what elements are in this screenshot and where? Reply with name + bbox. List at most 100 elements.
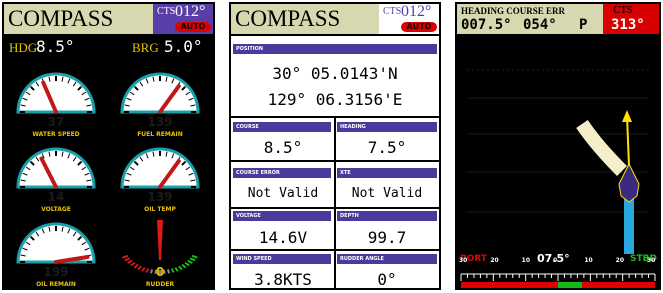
gauge-oil-temp: 139 OIL TEMP: [120, 147, 200, 213]
heading-value: 007.5°: [461, 17, 512, 33]
scale-tick-label: 30: [459, 257, 468, 264]
stbd-bar: [558, 282, 582, 288]
gauge-grid: 37 WATER SPEED 139 FUEL REMAIN 14 VOLTAGE 139 O…: [16, 72, 200, 288]
rudder-tick: [133, 263, 139, 269]
gauge-rudder: 0 RUDDER: [122, 220, 198, 288]
heading-arrowhead-icon: [622, 110, 632, 122]
cts-label: CTS: [157, 6, 176, 17]
rudder-tick: [170, 268, 175, 273]
course-header: COURSE: [233, 122, 331, 132]
gauge-fuel-remain: 139 FUEL REMAIN: [120, 72, 200, 138]
heading-value: 7.5°: [367, 138, 407, 157]
course-error-header: COURSE ERROR: [233, 168, 331, 178]
cts-label: CTS: [383, 6, 402, 17]
scale-tick-label: 10: [521, 257, 531, 264]
course-graphic: [467, 69, 649, 254]
rudder-tick: [187, 259, 193, 264]
rudder-tick: [141, 266, 146, 272]
cts-box: CTS 313°: [603, 4, 659, 34]
panel-header: COMPASS CTS 012° AUTO: [4, 4, 213, 36]
gauge-oil-remain: 199 OIL REMAIN: [16, 222, 96, 288]
gauge-label: VOLTAGE: [41, 206, 71, 213]
cts-value: 012°: [401, 3, 432, 20]
depth-header: DEPTH: [337, 211, 437, 221]
rudder-needle: [157, 220, 163, 260]
cts-label: CTS: [613, 5, 633, 16]
panel-header: HEADING COURSE ERR 007.5° 054° P CTS 313…: [457, 4, 659, 34]
gauge-label: WATER SPEED: [32, 131, 79, 138]
cts-value: 012°: [175, 3, 206, 20]
xte-value: Not Valid: [351, 186, 423, 201]
rudder-tick: [130, 261, 136, 267]
hdg-label: HDG: [9, 40, 38, 55]
cts-box: CTS 012° AUTO: [153, 4, 213, 34]
position-header: POSITION: [233, 44, 437, 54]
scale-tick-label: 30: [647, 257, 656, 264]
course-path-icon: [576, 120, 627, 176]
rudder-tick: [189, 257, 196, 262]
rudder-tick: [145, 268, 150, 273]
gauge-value: 199: [43, 265, 68, 279]
rudder-tick: [149, 269, 154, 274]
rudder-tick: [124, 257, 131, 262]
position-lat: 30° 05.0143'N: [272, 64, 398, 83]
brg-label: BRG: [132, 40, 159, 55]
gauge-label: OIL TEMP: [144, 206, 176, 213]
auto-badge[interactable]: AUTO: [401, 22, 437, 32]
column-divider: [334, 117, 336, 288]
xte-header: XTE: [337, 168, 437, 178]
course-value: 054°: [523, 17, 557, 33]
heading-arrow-icon: [626, 115, 630, 167]
rudder-tick: [181, 263, 187, 269]
heading-course-panel: HEADING COURSE ERR 007.5° 054° P CTS 313…: [455, 2, 661, 290]
wind-value: 3.8KTS: [254, 270, 312, 289]
gauge-label: OIL REMAIN: [36, 281, 76, 288]
rudder-value: 0°: [377, 270, 397, 289]
gauge-value: 139: [147, 190, 172, 204]
panel-header: COMPASS CTS 012° AUTO: [231, 4, 439, 36]
gauge-water-speed: 37 WATER SPEED: [16, 72, 96, 138]
scale-tick-label: 20: [615, 257, 625, 264]
gauge-voltage: 14 VOLTAGE: [16, 147, 96, 213]
cts-value: 313°: [611, 17, 645, 33]
gauge-value: 139: [147, 115, 172, 129]
position-lon: 129° 06.3156'E: [267, 90, 403, 109]
voltage-header: VOLTAGE: [233, 211, 331, 221]
course-error-value: Not Valid: [247, 186, 319, 201]
gauge-value: 14: [48, 190, 65, 204]
scale-tick-label: 10: [584, 257, 593, 264]
port-bar: [461, 282, 558, 288]
rudder-scale: [457, 270, 659, 288]
stbd-limit-bar: [582, 282, 655, 288]
gauge-label: RUDDER: [146, 281, 175, 288]
rudder-tick: [127, 259, 133, 264]
rudder-tick: [137, 265, 142, 271]
gauge-value: 0: [156, 265, 164, 279]
course-value: 8.5°: [263, 138, 303, 157]
compass-gauges-panel: COMPASS CTS 012° AUTO HDG 8.5° BRG 5.0° …: [2, 2, 215, 290]
scale-tick-label: 20: [490, 257, 499, 264]
hdg-value: 8.5°: [36, 37, 75, 56]
voltage-value: 14.6V: [258, 228, 308, 247]
header-label: HEADING COURSE ERR: [461, 6, 566, 16]
heading-header: HEADING: [337, 122, 437, 132]
rudder-tick: [174, 266, 179, 272]
auto-badge[interactable]: AUTO: [175, 22, 211, 32]
rudder-tick: [122, 254, 129, 259]
compass-data-panel: COMPASS CTS 012° AUTO POSITION 30° 05.01…: [229, 2, 441, 290]
wind-header: WIND SPEED: [233, 254, 331, 264]
cts-box: CTS 012° AUTO: [379, 4, 439, 34]
page-title: COMPASS: [8, 6, 114, 31]
gauge-value: 37: [48, 115, 65, 129]
rudder-tick: [166, 269, 171, 274]
brg-value: 5.0°: [164, 37, 203, 56]
rudder-tick: [184, 261, 190, 267]
rudder-tick: [191, 254, 198, 259]
scale-tick-label: 0: [553, 257, 558, 264]
page-title: COMPASS: [235, 6, 341, 31]
gauge-label: FUEL REMAIN: [137, 131, 183, 138]
depth-value: 99.7: [367, 228, 407, 247]
course-err-value: P: [579, 17, 588, 33]
course-bar: [624, 198, 634, 254]
rudder-tick: [178, 265, 183, 271]
